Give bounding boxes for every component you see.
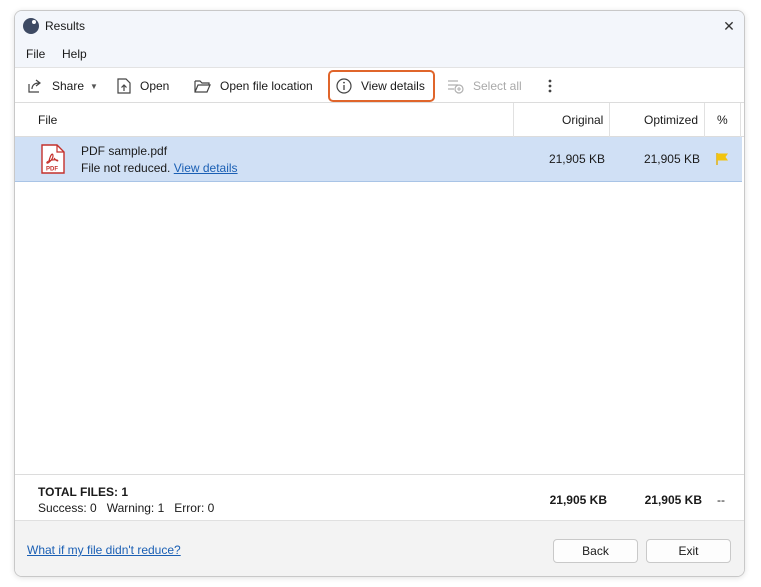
open-file-location-label: Open file location (220, 79, 313, 93)
exit-button[interactable]: Exit (646, 539, 731, 563)
help-link[interactable]: What if my file didn't reduce? (27, 543, 181, 557)
open-file-location-button[interactable]: Open file location (194, 73, 313, 99)
select-all-label: Select all (473, 79, 522, 93)
menu-help[interactable]: Help (62, 47, 87, 61)
column-header-optimized[interactable]: Optimized (644, 103, 698, 137)
view-details-label: View details (361, 79, 425, 93)
select-all-icon (448, 80, 464, 94)
menu-bar: File Help (15, 41, 744, 67)
view-details-button[interactable]: View details (328, 70, 435, 102)
back-button[interactable]: Back (553, 539, 638, 563)
app-logo-icon (23, 18, 39, 34)
total-files-label: TOTAL FILES: 1 (38, 485, 129, 499)
table-header: File Original Optimized % (15, 103, 744, 137)
folder-icon (194, 80, 211, 93)
more-vertical-icon (548, 79, 552, 93)
column-header-percent[interactable]: % (717, 103, 728, 137)
close-button[interactable]: ✕ (714, 11, 744, 41)
totals-summary: Success: 0 Warning: 1 Error: 0 (38, 501, 215, 515)
warning-flag-icon (716, 153, 728, 165)
file-name: PDF sample.pdf (81, 144, 168, 158)
file-status: File not reduced. View details (81, 161, 238, 175)
table-row[interactable]: PDF PDF sample.pdf File not reduced. Vie… (15, 137, 742, 182)
open-icon (117, 78, 131, 94)
column-header-file[interactable]: File (38, 103, 57, 137)
pdf-file-icon: PDF (41, 144, 65, 174)
svg-text:PDF: PDF (46, 167, 58, 173)
original-size: 21,905 KB (548, 152, 605, 166)
results-window: Results ✕ File Help Share ▼ Open Open fi… (14, 10, 745, 577)
footer: What if my file didn't reduce? Back Exit (15, 520, 744, 576)
column-header-original[interactable]: Original (562, 103, 603, 137)
column-divider (513, 103, 514, 137)
totals-bar: TOTAL FILES: 1 Success: 0 Warning: 1 Err… (15, 474, 744, 520)
column-divider (740, 103, 741, 137)
more-options-button[interactable] (547, 73, 562, 99)
open-label: Open (140, 79, 170, 93)
share-button[interactable]: Share ▼ (27, 73, 98, 99)
optimized-size: 21,905 KB (643, 152, 700, 166)
toolbar: Share ▼ Open Open file location View det… (15, 67, 744, 103)
select-all-button[interactable]: Select all (447, 73, 522, 99)
open-button[interactable]: Open (117, 73, 169, 99)
file-status-text: File not reduced. (81, 161, 171, 175)
chevron-down-icon: ▼ (90, 81, 98, 91)
title-bar: Results ✕ (15, 11, 744, 41)
column-divider (704, 103, 705, 137)
total-percent: -- (717, 493, 725, 507)
total-original-size: 21,905 KB (549, 493, 607, 507)
menu-file[interactable]: File (26, 47, 45, 61)
window-title: Results (45, 19, 86, 33)
share-label: Share (52, 79, 85, 93)
share-icon (28, 79, 41, 93)
info-icon (336, 78, 352, 94)
column-divider (609, 103, 610, 137)
file-list-empty-area (15, 182, 744, 474)
view-details-link[interactable]: View details (174, 161, 238, 175)
total-optimized-size: 21,905 KB (644, 493, 702, 507)
